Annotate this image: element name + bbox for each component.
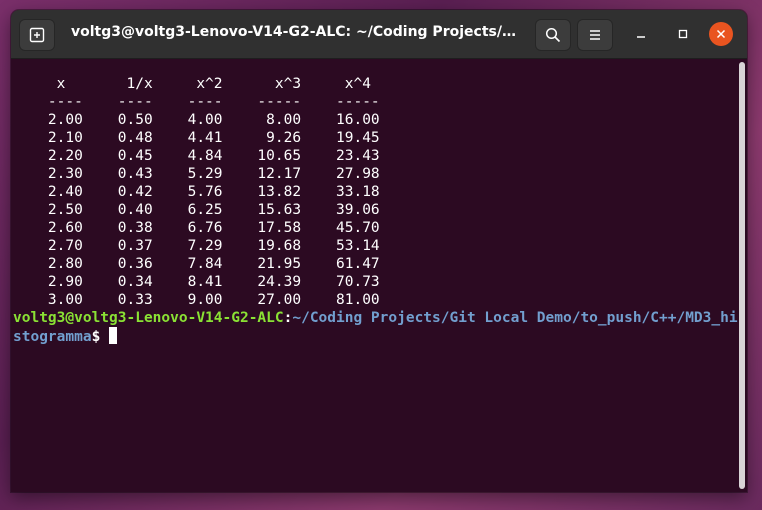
table-row: 2.90 0.34 8.41 24.39 70.73	[13, 274, 380, 290]
scrollbar[interactable]	[739, 62, 745, 489]
table-row: 2.70 0.37 7.29 19.68 53.14	[13, 238, 380, 254]
table-row: 3.00 0.33 9.00 27.00 81.00	[13, 292, 380, 308]
shell-prompt: voltg3@voltg3-Lenovo-V14-G2-ALC:~/Coding…	[13, 309, 743, 346]
maximize-button[interactable]	[671, 22, 695, 46]
terminal-window: voltg3@voltg3-Lenovo-V14-G2-ALC: ~/Codin…	[11, 10, 747, 492]
table-row: 2.10 0.48 4.41 9.26 19.45	[13, 130, 380, 146]
search-icon	[545, 27, 561, 43]
table-row: 2.20 0.45 4.84 10.65 23.43	[13, 148, 380, 164]
menu-button[interactable]	[577, 19, 613, 51]
terminal-output-area[interactable]: x 1/x x^2 x^3 x^4 ---- ---- ---- ----- -…	[11, 59, 738, 492]
table-row: 2.60 0.38 6.76 17.58 45.70	[13, 220, 380, 236]
hamburger-menu-icon	[590, 30, 600, 40]
table-row: 2.80 0.36 7.84 21.95 61.47	[13, 256, 380, 272]
table-row: 2.00 0.50 4.00 8.00 16.00	[13, 112, 380, 128]
prompt-user-host: voltg3@voltg3-Lenovo-V14-G2-ALC	[13, 310, 284, 326]
table-separator-line: ---- ---- ---- ----- -----	[13, 94, 380, 110]
title-bar[interactable]: voltg3@voltg3-Lenovo-V14-G2-ALC: ~/Codin…	[11, 10, 747, 59]
minimize-button[interactable]	[629, 22, 653, 46]
prompt-dollar: $	[91, 329, 101, 345]
maximize-icon	[678, 29, 688, 39]
table-row: 2.50 0.40 6.25 15.63 39.06	[13, 202, 380, 218]
close-icon	[716, 29, 726, 39]
minimize-icon	[637, 36, 645, 38]
table-header-line: x 1/x x^2 x^3 x^4	[13, 76, 371, 92]
text-cursor	[109, 327, 118, 344]
table-row: 2.30 0.43 5.29 12.17 27.98	[13, 166, 380, 182]
close-button[interactable]	[709, 22, 733, 46]
table-row: 2.40 0.42 5.76 13.82 33.18	[13, 184, 380, 200]
search-button[interactable]	[535, 19, 571, 51]
